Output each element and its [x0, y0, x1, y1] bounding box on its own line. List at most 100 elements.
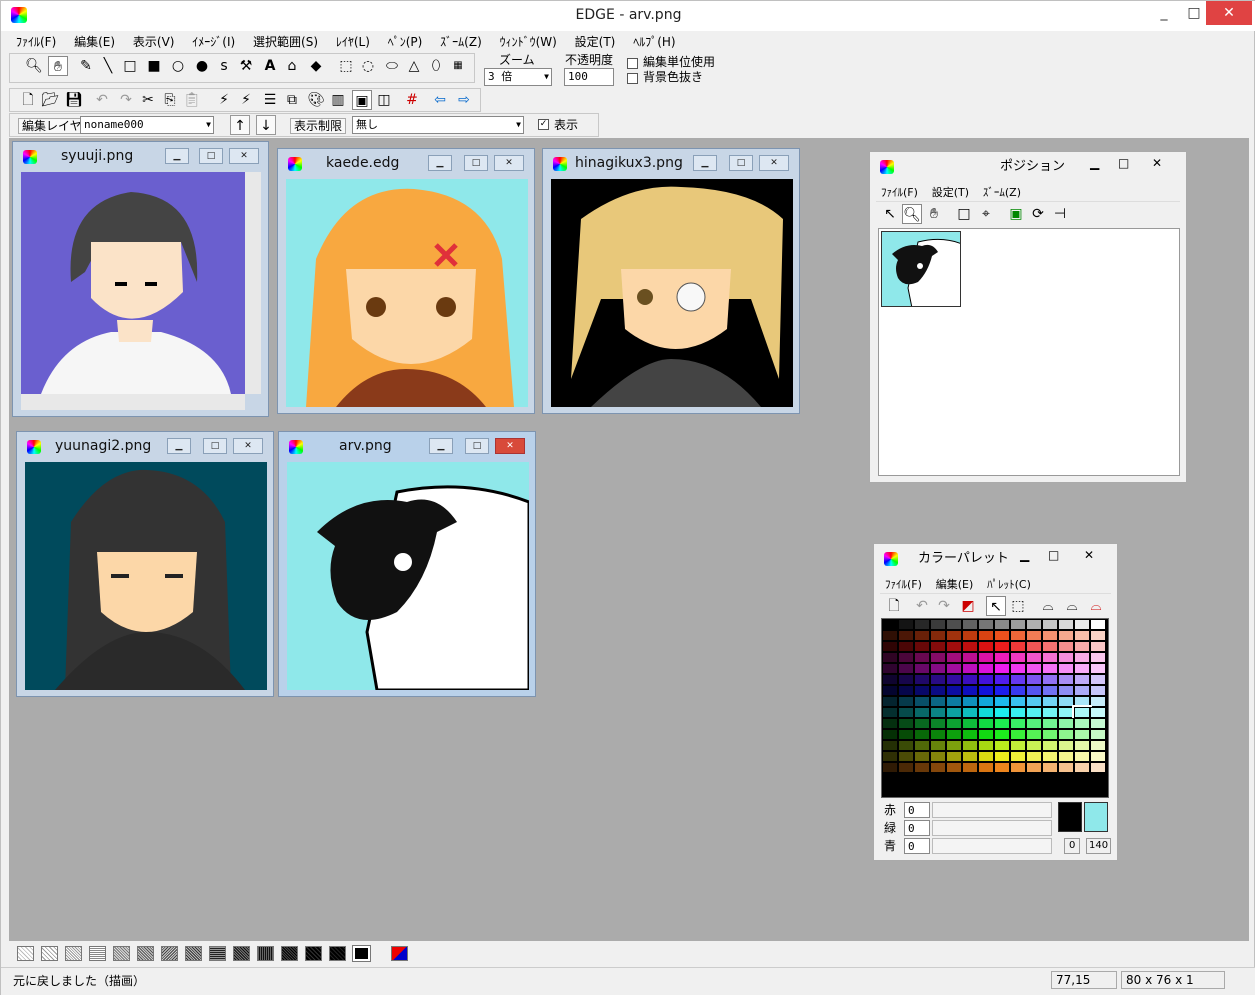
doc-window-hinagikux3[interactable]: hinagikux3.png ▁ □ ✕ — [542, 148, 800, 414]
palette-cell[interactable] — [930, 685, 946, 696]
palette-redo-icon[interactable]: ↷ — [934, 596, 954, 616]
palette-cell[interactable] — [1074, 685, 1090, 696]
palette-cell[interactable] — [930, 773, 946, 784]
palette-cell[interactable] — [1090, 707, 1106, 718]
palette-cell[interactable] — [1042, 674, 1058, 685]
palette-color-grid[interactable] — [881, 618, 1109, 798]
doc-maximize-button[interactable]: □ — [203, 438, 227, 454]
pattern-swatch[interactable] — [89, 946, 106, 961]
palette-cell[interactable] — [1058, 696, 1074, 707]
doc-vscrollbar[interactable] — [245, 172, 261, 394]
palette-cell[interactable] — [994, 663, 1010, 674]
doc-maximize-button[interactable]: □ — [464, 155, 488, 171]
palette-cell[interactable] — [882, 619, 898, 630]
palette-cell[interactable] — [1074, 784, 1090, 795]
palette-cell[interactable] — [898, 784, 914, 795]
filled-ellipse-tool-icon[interactable]: ● — [192, 56, 212, 76]
palette-cell[interactable] — [1058, 652, 1074, 663]
palette-cell[interactable] — [1074, 652, 1090, 663]
doc-close-button[interactable]: ✕ — [759, 155, 789, 171]
rect-tool-icon[interactable]: □ — [120, 56, 140, 76]
menu-window[interactable]: ｳｨﾝﾄﾞｳ(W) — [493, 31, 564, 52]
opacity-input[interactable]: 100 — [564, 68, 614, 86]
position-zoom-icon[interactable]: 🔍︎ — [902, 204, 922, 224]
palette-cell[interactable] — [1026, 641, 1042, 652]
palette-cell[interactable] — [1026, 773, 1042, 784]
palette-cell[interactable] — [994, 641, 1010, 652]
palette-cell[interactable] — [1058, 773, 1074, 784]
palette-cell[interactable] — [1074, 696, 1090, 707]
palette-cell[interactable] — [1010, 784, 1026, 795]
foreground-color-swatch[interactable] — [1058, 802, 1082, 832]
palette-cell[interactable] — [994, 685, 1010, 696]
palette-cell[interactable] — [914, 652, 930, 663]
palette-menu-file[interactable]: ﾌｧｲﾙ(F) — [880, 574, 927, 594]
fit-view-icon[interactable]: ▣ — [1006, 204, 1026, 224]
palette-cell[interactable] — [978, 762, 994, 773]
palette-cell[interactable] — [1026, 619, 1042, 630]
fill-tool-icon[interactable]: ◆ — [306, 56, 326, 76]
palette-cell[interactable] — [1010, 641, 1026, 652]
palette-cell[interactable] — [994, 762, 1010, 773]
palette-cell[interactable] — [1010, 773, 1026, 784]
palette-cell[interactable] — [946, 751, 962, 762]
zoom-tool-icon[interactable]: 🔍︎ — [24, 56, 44, 76]
display-limit-select[interactable]: 無し — [352, 116, 524, 134]
palette-cell[interactable] — [930, 696, 946, 707]
palette-cell[interactable] — [930, 784, 946, 795]
palette-cell[interactable] — [914, 696, 930, 707]
palette-cell[interactable] — [978, 652, 994, 663]
palette-cell[interactable] — [1010, 751, 1026, 762]
palette-cell[interactable] — [1058, 663, 1074, 674]
palette-cell[interactable] — [898, 718, 914, 729]
palette-cell[interactable] — [1074, 773, 1090, 784]
panel-maximize-button[interactable]: □ — [1118, 156, 1129, 170]
layer-up-button[interactable]: ↑ — [230, 115, 250, 135]
red-input[interactable]: 0 — [904, 802, 930, 818]
palette-cell[interactable] — [1042, 619, 1058, 630]
grid-icon[interactable]: # — [402, 90, 422, 110]
palette-maximize-button[interactable]: □ — [1048, 548, 1059, 562]
palette-cell[interactable] — [1010, 630, 1026, 641]
curve-tool-icon[interactable]: ꜱ — [214, 56, 234, 76]
palette-cell[interactable] — [946, 729, 962, 740]
palette-swap-icon[interactable]: ◩ — [958, 596, 978, 616]
line-tool-icon[interactable]: ╲ — [98, 56, 118, 76]
palette-cell[interactable] — [994, 630, 1010, 641]
palette-cell[interactable] — [962, 619, 978, 630]
cut-icon[interactable]: ✂ — [138, 90, 158, 110]
palette-cell[interactable] — [1010, 696, 1026, 707]
palette-cell[interactable] — [978, 674, 994, 685]
palette-cell[interactable] — [962, 784, 978, 795]
pattern-swatch[interactable] — [209, 946, 226, 961]
palette-cell[interactable] — [1042, 663, 1058, 674]
doc-titlebar[interactable]: kaede.edg ▁ □ ✕ — [278, 149, 534, 177]
palette-cell[interactable] — [914, 619, 930, 630]
palette-cell[interactable] — [1026, 718, 1042, 729]
palette-cell[interactable] — [1026, 696, 1042, 707]
palette-cell[interactable] — [1058, 740, 1074, 751]
palette-cell[interactable] — [914, 630, 930, 641]
palette-cell[interactable] — [930, 718, 946, 729]
palette-icon[interactable]: 🎨︎ — [306, 90, 326, 110]
palette-cell[interactable] — [930, 740, 946, 751]
palette-cell[interactable] — [946, 674, 962, 685]
show-layer-checkbox[interactable]: ✓ — [538, 119, 549, 130]
palette-cell[interactable] — [962, 729, 978, 740]
palette-cell[interactable] — [898, 641, 914, 652]
rect-select-icon[interactable]: ⬚ — [336, 56, 356, 76]
palette-cell[interactable] — [978, 773, 994, 784]
palette-cell[interactable] — [914, 773, 930, 784]
palette-cell[interactable] — [978, 619, 994, 630]
stamp-icon[interactable]: ⧉ — [282, 90, 302, 110]
doc-minimize-button[interactable]: ▁ — [165, 148, 189, 164]
palette-cell[interactable] — [1074, 751, 1090, 762]
palette-cell[interactable] — [1042, 696, 1058, 707]
doc-titlebar[interactable]: yuunagi2.png ▁ □ ✕ — [17, 432, 273, 460]
palette-cell[interactable] — [1042, 685, 1058, 696]
doc-canvas[interactable] — [286, 179, 528, 407]
palette-cell[interactable] — [1010, 707, 1026, 718]
palette-cell[interactable] — [1042, 729, 1058, 740]
palette-cell[interactable] — [1026, 751, 1042, 762]
palette-new-icon[interactable]: 🗋︎ — [884, 596, 904, 616]
